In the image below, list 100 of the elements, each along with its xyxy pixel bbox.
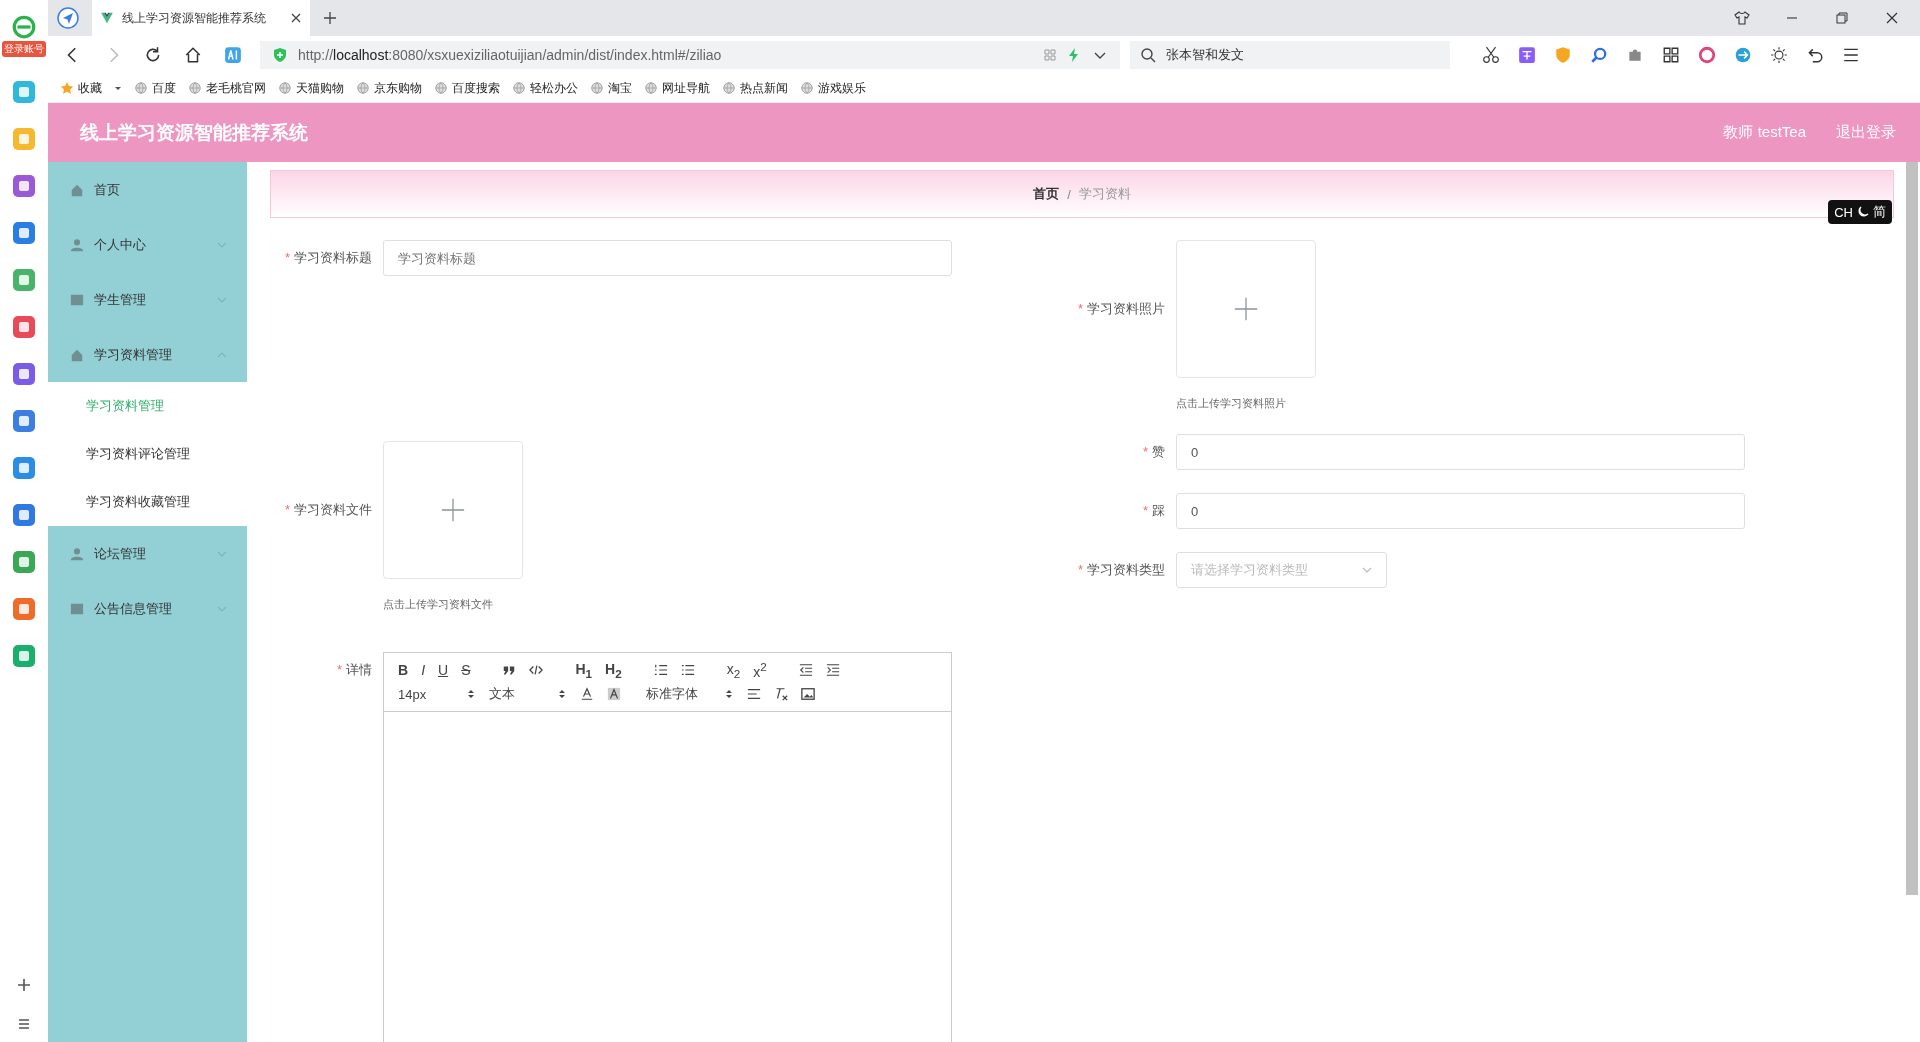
app-icon[interactable] [12, 362, 36, 386]
script-button[interactable]: x$_{2}$ [726, 660, 741, 680]
app-icon[interactable] [12, 644, 36, 668]
shirt-icon[interactable] [1734, 10, 1750, 26]
restore-icon[interactable] [1834, 10, 1850, 26]
bookmark[interactable]: 轻松办公 [512, 79, 578, 97]
rich-text-editor[interactable]: B I U S H$_{1}$ H$_{2}$ x$_{2}$ x$^{2}$ 14px 文本 标准字体 [383, 652, 952, 1042]
required-mark: * [1077, 562, 1083, 577]
header-select[interactable]: 文本 [489, 685, 567, 703]
app-icon[interactable] [12, 315, 36, 339]
outdent-icon[interactable] [798, 663, 813, 677]
navigation-icon[interactable] [56, 6, 80, 30]
plus-icon [441, 498, 465, 522]
reload-icon[interactable] [144, 46, 162, 64]
input-method-indicator[interactable]: CH 简 [1828, 200, 1892, 224]
required-mark: * [1077, 301, 1083, 316]
field-label: 学习资料标题 [294, 250, 372, 265]
app-icon[interactable] [12, 456, 36, 480]
menu-item[interactable]: 论坛管理 [48, 526, 247, 581]
grid-icon[interactable] [1662, 46, 1680, 64]
format-button[interactable]: S [461, 662, 471, 678]
input-field[interactable]: 0 [1176, 434, 1745, 470]
browser-logo-icon[interactable] [11, 14, 37, 40]
search-field[interactable]: 张本智和发文 [1130, 41, 1450, 69]
size-select[interactable]: 14px [398, 686, 476, 702]
home-icon[interactable] [184, 46, 202, 64]
bookmark[interactable]: 百度 [134, 79, 176, 97]
upload-hint: 点击上传学习资料照片 [1176, 396, 1287, 411]
app-icon[interactable] [12, 268, 36, 292]
globe-icon [644, 81, 658, 95]
bookmark[interactable]: 百度搜索 [434, 79, 500, 97]
app-icon[interactable] [12, 80, 36, 104]
menu-icon[interactable] [1842, 46, 1860, 64]
app-icon[interactable] [12, 550, 36, 574]
bookmark[interactable]: 淘宝 [590, 79, 632, 97]
app-icon[interactable] [12, 597, 36, 621]
caret-icon[interactable] [114, 84, 122, 92]
app-icon[interactable] [12, 174, 36, 198]
text-color-icon[interactable] [580, 687, 594, 701]
input-field[interactable]: 学习资料标题 [383, 240, 952, 276]
search-icon[interactable] [1590, 46, 1608, 64]
bookmark[interactable]: 天猫购物 [278, 79, 344, 97]
align-icon[interactable] [747, 687, 761, 701]
app-icon[interactable] [12, 503, 36, 527]
format-button[interactable]: U [438, 662, 449, 678]
bookmark[interactable]: 老毛桃官网 [188, 79, 266, 97]
menu-icon [70, 601, 84, 616]
image-icon[interactable] [801, 687, 815, 701]
globe-icon [134, 81, 148, 95]
bookmark[interactable]: 游戏娱乐 [800, 79, 866, 97]
code-icon[interactable] [529, 663, 544, 677]
highlight-icon[interactable] [607, 687, 621, 701]
menu-item[interactable]: 学生管理 [48, 272, 247, 327]
ai-icon[interactable] [224, 46, 242, 64]
new-tab-icon[interactable] [322, 10, 338, 26]
menu-item[interactable]: 公告信息管理 [48, 581, 247, 636]
submenu-item[interactable]: 学习资料收藏管理 [48, 478, 247, 526]
input-field[interactable]: 0 [1176, 493, 1745, 529]
menu-item[interactable]: 学习资料管理 [48, 327, 247, 382]
submenu-item[interactable]: 学习资料评论管理 [48, 430, 247, 478]
app-icon[interactable] [12, 409, 36, 433]
breadcrumb-item: 学习资料 [1078, 185, 1131, 203]
bookmark[interactable]: 京东购物 [356, 79, 422, 97]
updown-icon [557, 689, 567, 699]
brightness-icon[interactable] [1770, 46, 1788, 64]
menu-icon [70, 546, 84, 561]
address-bar[interactable]: http://localhost:8080/xsxuexiziliaotuijian/admin/dist/index.html#/ziliao [260, 41, 1120, 69]
heading-button[interactable]: H$_{1}$ [575, 660, 593, 680]
login-badge[interactable]: 登录账号 [2, 41, 46, 57]
sync-icon[interactable] [1734, 46, 1752, 64]
heading-button[interactable]: H$_{2}$ [605, 660, 622, 680]
bookmark[interactable]: 收藏 [60, 79, 102, 97]
bullet-list-icon[interactable] [680, 663, 695, 677]
menu-item[interactable]: 首页 [48, 162, 247, 217]
indent-icon[interactable] [825, 663, 840, 677]
vue-logo-icon [100, 11, 114, 25]
format-button[interactable]: B [398, 662, 409, 678]
bookmark[interactable]: 网址导航 [644, 79, 710, 97]
undo-icon[interactable] [1806, 46, 1824, 64]
bookmark[interactable]: 热点新闻 [722, 79, 788, 97]
globe-icon [512, 81, 526, 95]
script-button[interactable]: x$^{2}$ [753, 660, 767, 680]
close-icon[interactable] [1884, 10, 1900, 26]
clear-format-icon[interactable] [774, 687, 788, 701]
add-icon[interactable] [16, 977, 32, 993]
format-button[interactable]: I [421, 662, 425, 678]
menu-icon [70, 292, 84, 307]
breadcrumb-item[interactable]: 首页 [1033, 185, 1060, 203]
close-icon[interactable] [290, 12, 302, 24]
numbered-list-icon[interactable] [653, 663, 668, 677]
breadcrumb-separator: / [1067, 186, 1071, 202]
browser-tab[interactable]: 线上学习资源智能推荐系统 [92, 0, 310, 36]
font-select[interactable]: 标准字体 [646, 685, 734, 703]
scissors-icon[interactable] [1482, 46, 1500, 64]
menu-icon [70, 237, 84, 252]
translate-icon[interactable] [1518, 46, 1536, 64]
app-icon[interactable] [12, 221, 36, 245]
scrollbar[interactable] [1906, 162, 1918, 895]
globe-icon [278, 81, 292, 95]
menu-item[interactable]: 个人中心 [48, 217, 247, 272]
